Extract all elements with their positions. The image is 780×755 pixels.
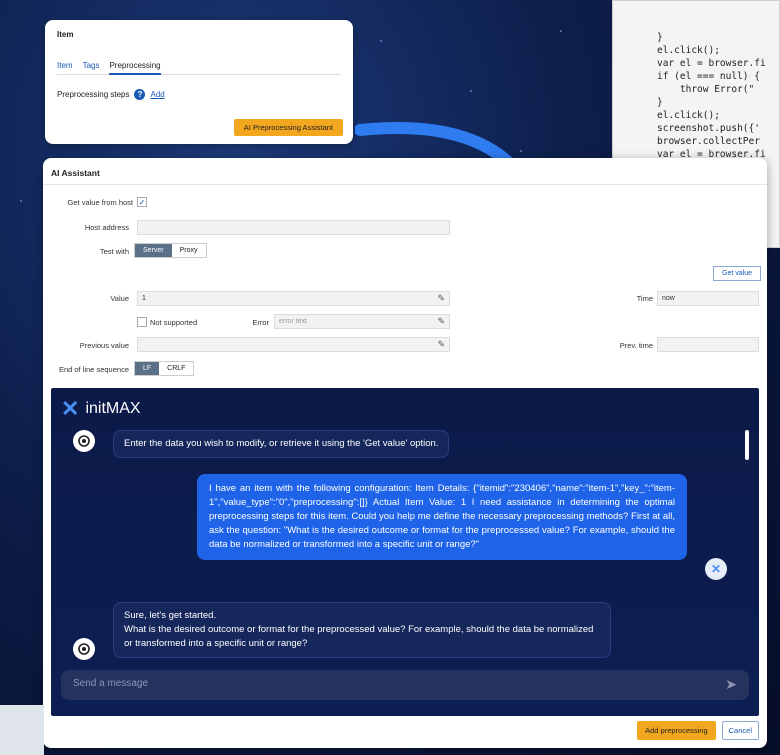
value-text: 1 bbox=[142, 295, 146, 302]
prev-time-input[interactable] bbox=[657, 337, 759, 352]
code-line: throw Error(" bbox=[657, 84, 755, 95]
item-card: Item Item Tags Preprocessing Preprocessi… bbox=[45, 20, 353, 144]
tab-preprocessing[interactable]: Preprocessing bbox=[109, 61, 161, 75]
code-line: } bbox=[657, 97, 663, 108]
pencil-icon[interactable]: ✎ bbox=[437, 293, 445, 304]
code-line: var el = browser.fi bbox=[657, 58, 766, 69]
test-with-toggle: Server Proxy bbox=[134, 243, 207, 258]
code-line: el.click(); bbox=[657, 110, 720, 121]
prev-time-label: Prev. time bbox=[619, 341, 653, 350]
error-placeholder: error text bbox=[279, 318, 308, 325]
not-supported-checkbox[interactable] bbox=[137, 317, 147, 327]
test-with-proxy[interactable]: Proxy bbox=[172, 244, 206, 257]
ai-assistant-panel: AI Assistant Get value from host ✓ Host … bbox=[43, 158, 767, 748]
host-address-label: Host address bbox=[84, 223, 129, 232]
brand: ✕ initMAX bbox=[61, 396, 141, 421]
user-avatar-icon: ✕ bbox=[705, 558, 727, 580]
error-label: Error bbox=[252, 318, 269, 327]
value-input[interactable]: 1 ✎ bbox=[137, 291, 450, 306]
eol-toggle: LF CRLF bbox=[134, 361, 195, 376]
pencil-icon[interactable]: ✎ bbox=[437, 316, 445, 327]
not-supported-label: Not supported bbox=[150, 318, 198, 327]
bot-avatar-icon bbox=[73, 430, 95, 452]
preprocessing-row: Preprocessing steps ? Add bbox=[57, 89, 341, 100]
star bbox=[20, 200, 22, 202]
code-line: browser.collectPer bbox=[657, 136, 760, 147]
tab-tags[interactable]: Tags bbox=[83, 61, 100, 75]
get-value-from-host-label: Get value from host bbox=[67, 198, 133, 207]
eol-lf[interactable]: LF bbox=[135, 362, 160, 375]
tab-rule bbox=[57, 74, 341, 75]
code-line: if (el === null) { bbox=[657, 71, 760, 82]
eol-crlf[interactable]: CRLF bbox=[159, 362, 193, 375]
add-link[interactable]: Add bbox=[150, 90, 164, 99]
test-with-server[interactable]: Server bbox=[135, 244, 172, 257]
message-placeholder: Send a message bbox=[73, 678, 149, 689]
item-title: Item bbox=[57, 30, 74, 39]
brand-name: initMAX bbox=[85, 400, 141, 417]
error-input[interactable]: error text ✎ bbox=[274, 314, 450, 329]
test-with-label: Test with bbox=[99, 247, 129, 256]
scrollbar[interactable] bbox=[745, 430, 749, 460]
previous-value-label: Previous value bbox=[79, 341, 129, 350]
message-input[interactable]: Send a message ➤ bbox=[61, 670, 749, 700]
chat-message-bot: Enter the data you wish to modify, or re… bbox=[113, 430, 450, 458]
ai-preprocessing-assistant-button[interactable]: AI Preprocessing Assistant bbox=[233, 119, 343, 136]
get-value-button[interactable]: Get value bbox=[713, 266, 761, 281]
bot-avatar-icon bbox=[73, 638, 95, 660]
previous-value-input[interactable]: ✎ bbox=[137, 337, 450, 352]
eol-label: End of line sequence bbox=[58, 365, 129, 374]
star bbox=[470, 90, 472, 92]
footer-buttons: Add preprocessing Cancel bbox=[637, 721, 759, 740]
code-line: } bbox=[657, 32, 663, 43]
tab-item[interactable]: Item bbox=[57, 61, 73, 75]
add-preprocessing-button[interactable]: Add preprocessing bbox=[637, 721, 716, 740]
background-window-edge bbox=[0, 705, 44, 755]
pencil-icon[interactable]: ✎ bbox=[437, 339, 445, 350]
star bbox=[380, 40, 382, 42]
chat-area: ✕ initMAX Enter the data you wish to mod… bbox=[51, 388, 759, 716]
assistant-title: AI Assistant bbox=[51, 168, 100, 178]
chat-message-user: I have an item with the following config… bbox=[197, 474, 687, 560]
chat-message-bot: Sure, let's get started. What is the des… bbox=[113, 602, 611, 658]
help-icon[interactable]: ? bbox=[134, 89, 146, 100]
time-input[interactable]: now bbox=[657, 291, 759, 306]
item-tabs: Item Tags Preprocessing bbox=[57, 61, 341, 75]
cancel-button[interactable]: Cancel bbox=[721, 721, 759, 740]
initmax-logo-icon: ✕ bbox=[61, 396, 80, 421]
star bbox=[560, 30, 562, 32]
value-label: Value bbox=[110, 294, 129, 303]
send-icon[interactable]: ➤ bbox=[725, 676, 737, 693]
host-address-input[interactable] bbox=[137, 220, 450, 235]
divider bbox=[43, 184, 767, 185]
code-line: screenshot.push({' bbox=[657, 123, 760, 134]
time-label: Time bbox=[636, 294, 653, 303]
preprocessing-label: Preprocessing steps bbox=[57, 90, 130, 99]
get-value-from-host-checkbox[interactable]: ✓ bbox=[137, 197, 147, 207]
code-line: el.click(); bbox=[657, 45, 720, 56]
